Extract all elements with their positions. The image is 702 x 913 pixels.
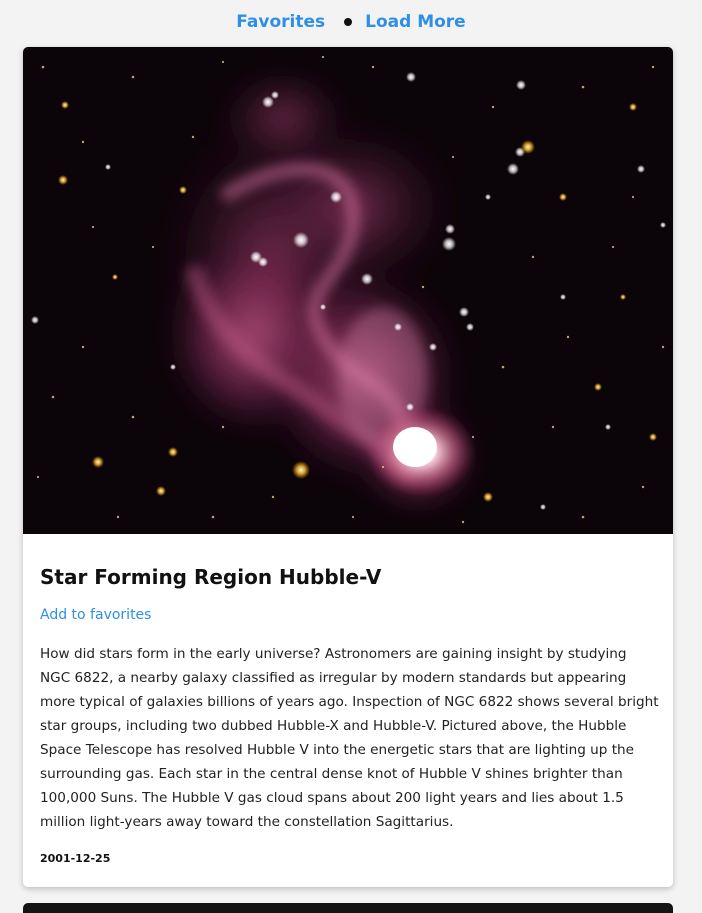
top-navigation: Favorites Load More [0,0,702,44]
apod-card: Star Forming Region Hubble-V Add to favo… [23,47,673,887]
favorites-link[interactable]: Favorites [236,12,325,32]
card-date: 2001-12-25 [40,852,111,865]
next-card-edge [23,903,673,913]
nav-separator-dot [344,18,353,26]
nebula-photo [23,47,673,534]
add-to-favorites-link[interactable]: Add to favorites [40,607,151,623]
load-more-link[interactable]: Load More [365,12,466,32]
card-explanation: How did stars form in the early universe… [40,646,659,830]
card-title: Star Forming Region Hubble-V [40,565,382,589]
